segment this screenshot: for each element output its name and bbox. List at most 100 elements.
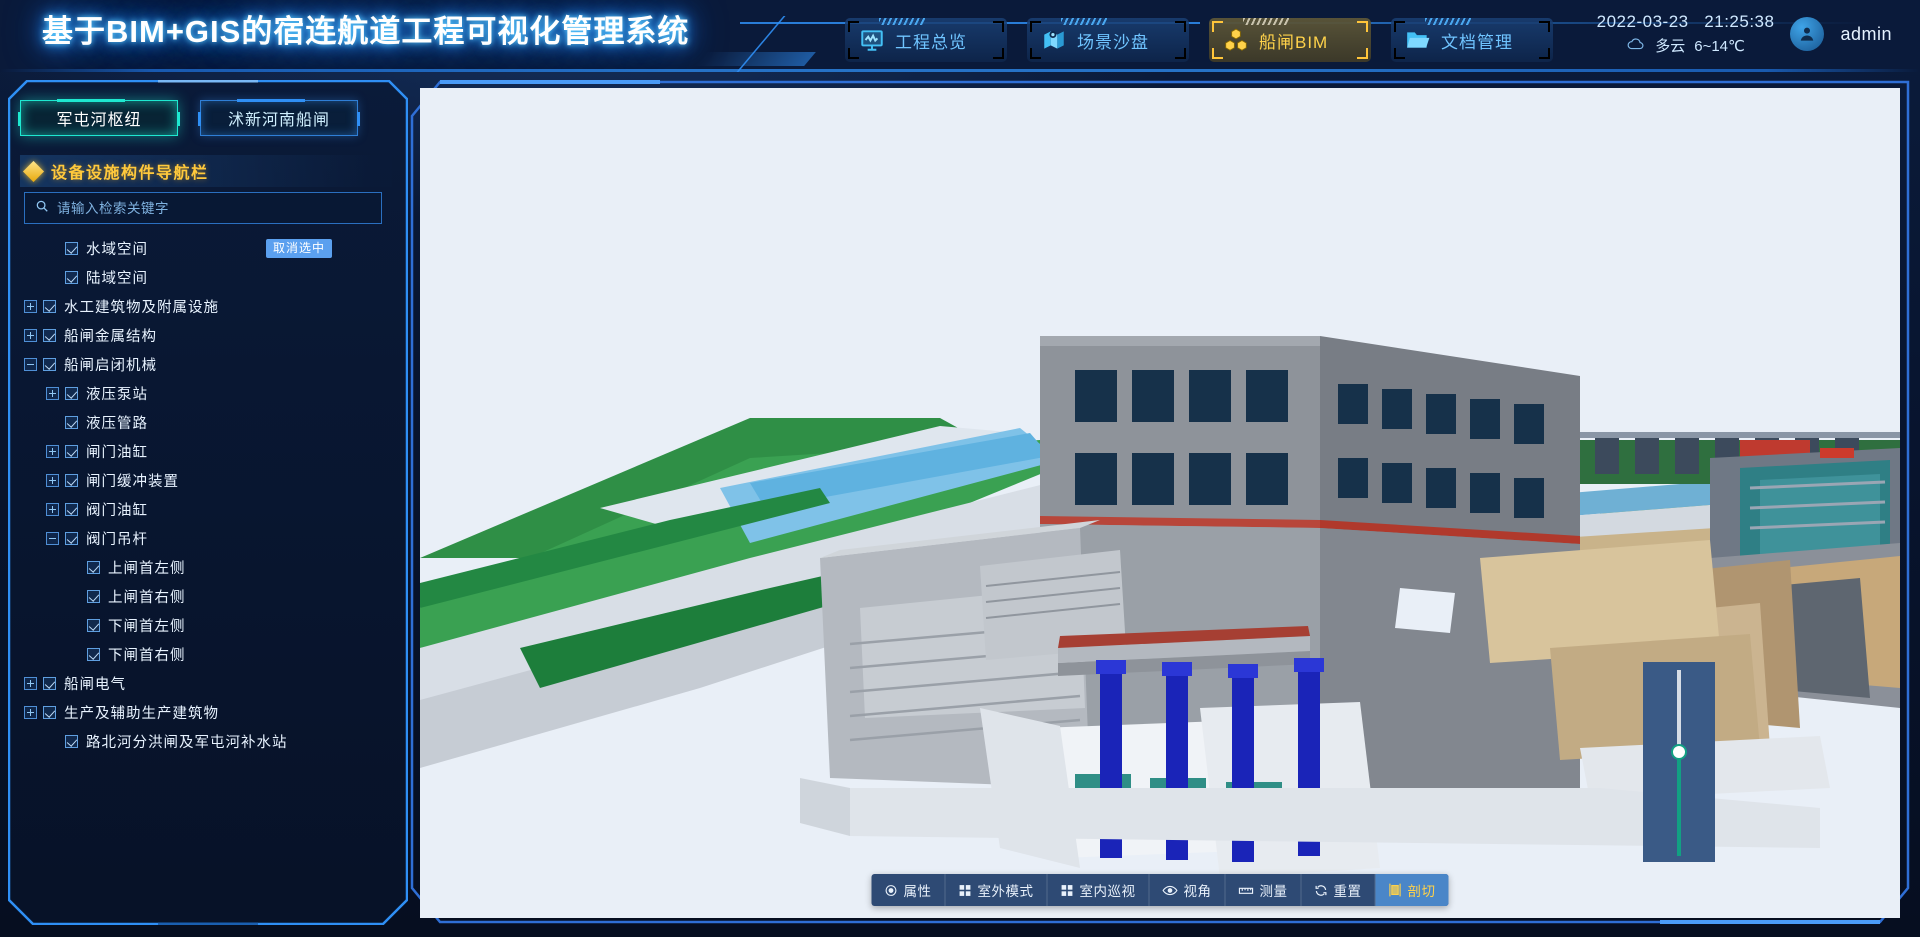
tree-expander-spacer <box>68 590 81 603</box>
tree-item[interactable]: 船闸启闭机械 <box>24 350 384 379</box>
tree-item-checkbox[interactable] <box>43 358 56 371</box>
tree-item[interactable]: 闸门缓冲装置 <box>24 466 384 495</box>
tree-item[interactable]: 上闸首左侧 <box>24 553 384 582</box>
component-tree: 水域空间 取消选中陆域空间水工建筑物及附属设施 船闸金属结构 船闸启闭机械 液压泵站液压… <box>24 234 384 756</box>
bim-3d-viewport[interactable]: 属性 室外模式 室内巡视 视角 测量 重置 剖切 <box>420 88 1900 918</box>
tree-expander-plus-icon[interactable] <box>46 387 59 400</box>
tree-item-checkbox[interactable] <box>43 706 56 719</box>
datetime-line: 2022-03-23 21:25:38 <box>1597 12 1775 32</box>
tree-item-label: 下闸首右侧 <box>108 648 186 664</box>
tree-item[interactable]: 生产及辅助生产建筑物 <box>24 698 384 727</box>
tree-expander-plus-icon[interactable] <box>24 677 37 690</box>
tree-item[interactable]: 下闸首左侧 <box>24 611 384 640</box>
tree-item[interactable]: 闸门油缸 <box>24 437 384 466</box>
toolbar-button-剖切[interactable]: 剖切 <box>1375 874 1449 906</box>
tree-expander-plus-icon[interactable] <box>24 300 37 313</box>
tree-item[interactable]: 下闸首右侧 <box>24 640 384 669</box>
tree-item-checkbox[interactable] <box>65 387 78 400</box>
section-cut-track[interactable] <box>1677 670 1681 856</box>
tree-item[interactable]: 船闸电气 <box>24 669 384 698</box>
tree-item-checkbox[interactable] <box>65 735 78 748</box>
search-input[interactable] <box>57 200 371 216</box>
toolbar-button-label: 属性 <box>903 884 932 899</box>
project-tab-label: 沭新河南船闸 <box>227 112 330 129</box>
tree-item-label: 液压管路 <box>86 416 148 432</box>
tree-item-label: 路北河分洪闸及军屯河补水站 <box>86 735 288 751</box>
project-tab-label: 军屯河枢纽 <box>56 112 142 129</box>
tree-expander-spacer <box>46 416 59 429</box>
section-cut-fill <box>1677 757 1681 856</box>
tree-expander-plus-icon[interactable] <box>46 474 59 487</box>
tree-item-label: 上闸首右侧 <box>108 590 186 606</box>
tree-item[interactable]: 水域空间 取消选中 <box>24 234 384 263</box>
tree-expander-minus-icon[interactable] <box>46 532 59 545</box>
tree-item[interactable]: 船闸金属结构 <box>24 321 384 350</box>
tree-expander-plus-icon[interactable] <box>24 329 37 342</box>
toolbar-button-属性[interactable]: 属性 <box>872 874 946 906</box>
toolbar-button-测量[interactable]: 测量 <box>1226 874 1302 906</box>
nav-tab-label: 船闸BIM <box>1259 32 1329 52</box>
tree-item[interactable]: 阀门吊杆 <box>24 524 384 553</box>
cubes-icon <box>1223 27 1249 53</box>
toolbar-button-室外模式[interactable]: 室外模式 <box>946 874 1048 906</box>
nav-tab-overview[interactable]: 工程总览 <box>845 18 1007 62</box>
nav-tab-scene-sandbox[interactable]: 场景沙盘 <box>1027 18 1189 62</box>
project-tab-group: 军屯河枢纽 沭新河南船闸 <box>18 99 360 136</box>
tree-item[interactable]: 阀门油缸 <box>24 495 384 524</box>
tree-item-label: 水域空间 <box>86 242 148 258</box>
tree-expander-plus-icon[interactable] <box>24 706 37 719</box>
tab-hatch-deco <box>1061 18 1107 25</box>
tree-item-checkbox[interactable] <box>87 648 100 661</box>
section-cut-panel[interactable] <box>1643 662 1715 862</box>
temperature-text: 6~14℃ <box>1694 37 1745 55</box>
tree-item-checkbox[interactable] <box>65 271 78 284</box>
tree-item-checkbox[interactable] <box>87 561 100 574</box>
tree-item-checkbox[interactable] <box>65 532 78 545</box>
user-avatar-icon[interactable] <box>1790 17 1825 51</box>
section-cut-slider[interactable] <box>1671 744 1687 760</box>
toolbar-button-室内巡视[interactable]: 室内巡视 <box>1048 874 1150 906</box>
tree-item-checkbox[interactable] <box>43 329 56 342</box>
deselect-badge[interactable]: 取消选中 <box>265 239 332 258</box>
tree-item-label: 阀门吊杆 <box>86 532 148 548</box>
nav-tab-lock-bim[interactable]: 船闸BIM <box>1209 18 1371 62</box>
toolbar-button-视角[interactable]: 视角 <box>1150 874 1226 906</box>
toolbar-button-label: 剖切 <box>1407 884 1436 899</box>
app-header: 基于BIM+GIS的宿连航道工程可视化管理系统 工程总览 场景沙盘 船闸BIM … <box>0 0 1920 72</box>
tree-item-checkbox[interactable] <box>65 242 78 255</box>
tree-item[interactable]: 路北河分洪闸及军屯河补水站 <box>24 727 384 756</box>
grid-squares-icon <box>1061 884 1074 897</box>
tree-item-label: 船闸电气 <box>64 677 126 693</box>
project-tab-shuxinhe[interactable]: 沭新河南船闸 <box>198 99 360 136</box>
tree-expander-plus-icon[interactable] <box>46 445 59 458</box>
nav-tab-label: 文档管理 <box>1441 32 1513 52</box>
tree-item-checkbox[interactable] <box>43 300 56 313</box>
tree-item-checkbox[interactable] <box>65 474 78 487</box>
search-box[interactable] <box>24 192 382 224</box>
tree-item[interactable]: 水工建筑物及附属设施 <box>24 292 384 321</box>
tree-item-label: 陆域空间 <box>86 271 148 287</box>
project-tab-juntunhe[interactable]: 军屯河枢纽 <box>18 99 180 136</box>
tree-item[interactable]: 上闸首右侧 <box>24 582 384 611</box>
tree-item[interactable]: 液压泵站 <box>24 379 384 408</box>
tree-expander-spacer <box>68 619 81 632</box>
main-nav: 工程总览 场景沙盘 船闸BIM 文档管理 <box>845 18 1553 62</box>
tree-expander-plus-icon[interactable] <box>46 503 59 516</box>
tree-item-checkbox[interactable] <box>87 590 100 603</box>
toolbar-button-重置[interactable]: 重置 <box>1302 874 1376 906</box>
tree-item-checkbox[interactable] <box>43 677 56 690</box>
tree-item-checkbox[interactable] <box>65 416 78 429</box>
target-icon <box>885 884 898 897</box>
tree-item[interactable]: 液压管路 <box>24 408 384 437</box>
tree-expander-spacer <box>68 561 81 574</box>
tree-expander-minus-icon[interactable] <box>24 358 37 371</box>
nav-tab-document-management[interactable]: 文档管理 <box>1391 18 1553 62</box>
tree-item-checkbox[interactable] <box>65 445 78 458</box>
tree-item-checkbox[interactable] <box>87 619 100 632</box>
map-pin-icon <box>1041 27 1067 53</box>
viewer-frame: 属性 室外模式 室内巡视 视角 测量 重置 剖切 <box>410 76 1910 928</box>
tree-expander-spacer <box>46 271 59 284</box>
cloud-icon <box>1626 37 1646 55</box>
tree-item[interactable]: 陆域空间 <box>24 263 384 292</box>
tree-item-checkbox[interactable] <box>65 503 78 516</box>
